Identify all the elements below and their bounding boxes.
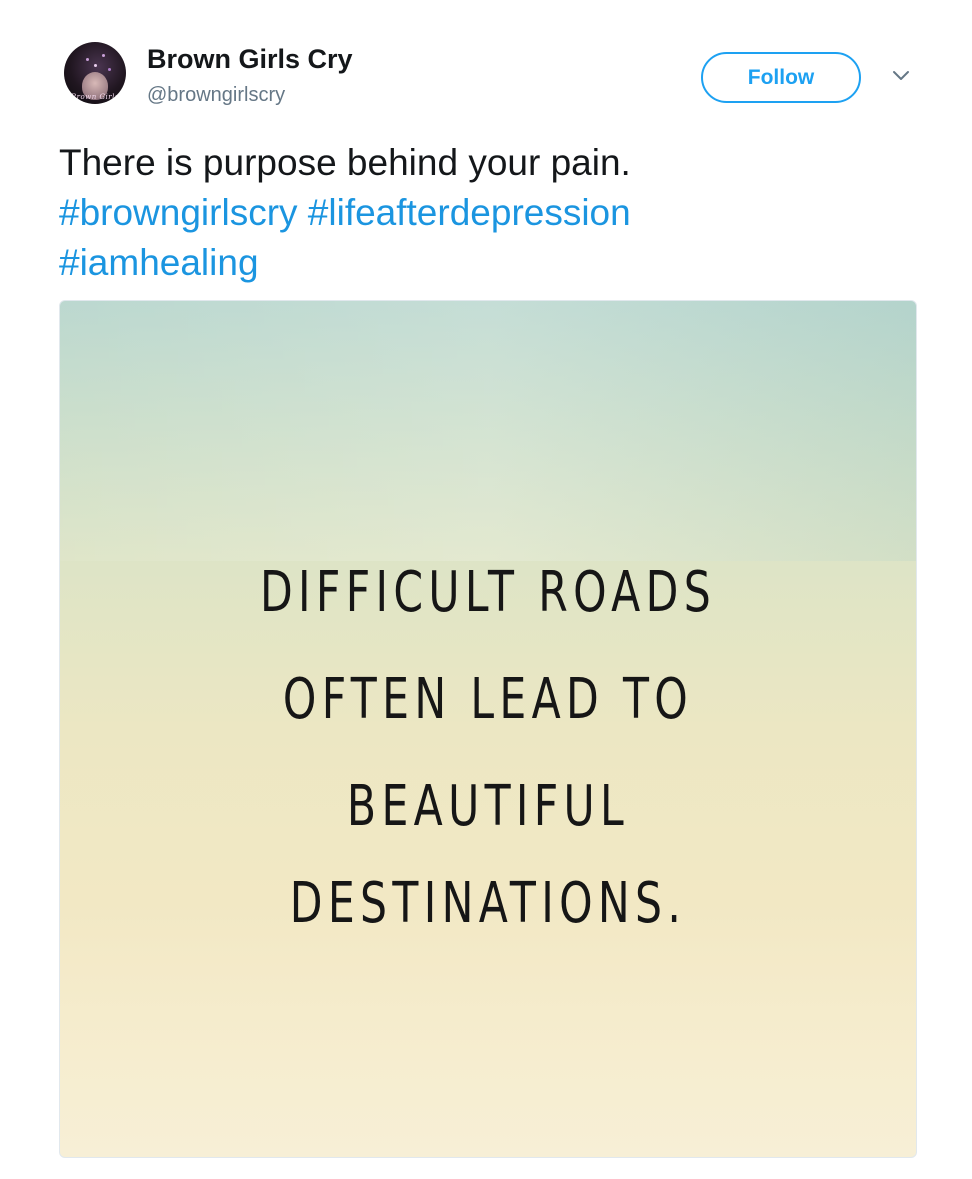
tweet-media-image[interactable]: DIFFICULT ROADS OFTEN LEAD TO BEAUTIFUL … [59, 300, 917, 1158]
avatar-sparkle [86, 58, 89, 61]
avatar-sparkle [108, 68, 111, 71]
avatar-watermark: Brown Girls [71, 93, 119, 101]
hashtag-link[interactable]: #browngirlscry [59, 192, 298, 233]
chevron-down-icon[interactable] [890, 68, 912, 84]
avatar-sparkle [94, 64, 97, 67]
tweet-text-hashtag-line: #iamhealing [59, 238, 939, 288]
tweet-text: There is purpose behind your pain. #brow… [59, 138, 939, 288]
quote-line: BEAUTIFUL [346, 774, 630, 839]
tweet-text-hashtag-line: #browngirlscry #lifeafterdepression [59, 188, 939, 238]
quote-line: DESTINATIONS. [289, 871, 687, 936]
author-display-name[interactable]: Brown Girls Cry [147, 44, 353, 75]
tweet-card: Brown Girls Brown Girls Cry @browngirlsc… [0, 0, 972, 1179]
quote-line: OFTEN LEAD TO [282, 667, 694, 732]
quote-line: DIFFICULT ROADS [259, 560, 717, 625]
hashtag-link[interactable]: #lifeafterdepression [308, 192, 631, 233]
avatar-sparkle [102, 54, 105, 57]
hashtag-link[interactable]: #iamhealing [59, 242, 259, 283]
author-handle[interactable]: @browngirlscry [147, 84, 285, 107]
follow-button[interactable]: Follow [701, 52, 861, 103]
tweet-text-line: There is purpose behind your pain. [59, 142, 631, 183]
avatar[interactable]: Brown Girls [64, 42, 126, 104]
